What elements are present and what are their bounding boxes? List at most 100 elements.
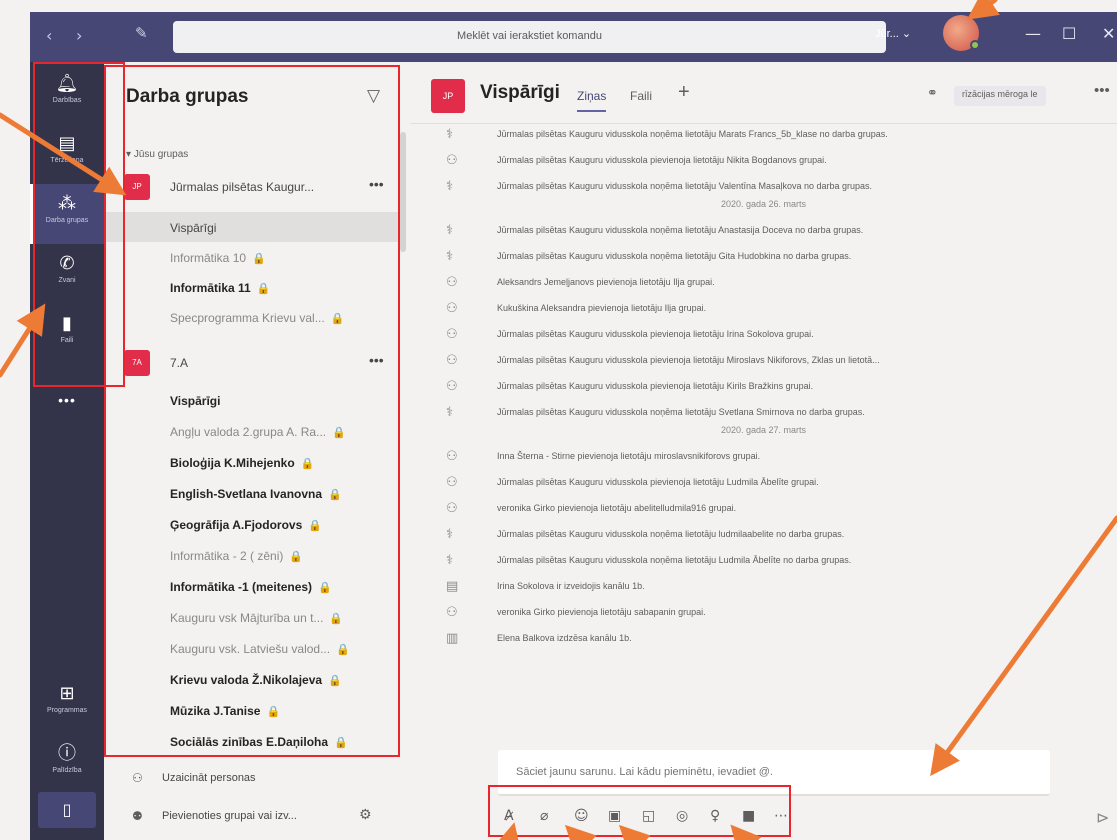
- channel-item[interactable]: Kauguru vsk Mājturība un t... 🔒: [104, 602, 400, 632]
- remove-user-icon: ⚕: [446, 405, 454, 420]
- activity-feed[interactable]: ⚕ Jūrmalas pilsētas Kauguru vidusskola no…: [410, 125, 1117, 745]
- sticker-icon[interactable]: ◱: [642, 808, 655, 824]
- channel-name: Informātika 11 🔒: [170, 281, 271, 295]
- maximize-button[interactable]: ☐: [1062, 24, 1076, 43]
- message-composer[interactable]: [498, 750, 1050, 796]
- panel-scrollbar[interactable]: [400, 132, 406, 252]
- lock-icon: 🔒: [300, 457, 315, 470]
- invite-icon: ⚇: [132, 771, 143, 785]
- channel-name: Ģeogrāfija A.Fjodorovs 🔒: [170, 518, 322, 532]
- phone-icon: ✆: [59, 253, 75, 274]
- team-more-button[interactable]: •••: [369, 176, 384, 192]
- channel-item[interactable]: Informātika 11 🔒: [104, 272, 400, 302]
- activity-event: ⚕ Jūrmalas pilsētas Kauguru vidusskola no…: [410, 525, 1117, 545]
- activity-event-text: Jūrmalas pilsētas Kauguru vidusskola noņ…: [497, 529, 845, 539]
- rail-item-help[interactable]: ⓘ Palīdzība: [30, 734, 104, 794]
- section-label[interactable]: ▾ Jūsu grupas: [126, 149, 188, 160]
- send-icon[interactable]: ⊳: [1096, 808, 1109, 827]
- chat-icon: ▤: [58, 133, 76, 154]
- lock-icon: 🔒: [336, 643, 350, 656]
- minimize-button[interactable]: —: [1025, 24, 1041, 43]
- lock-icon: 🔒: [328, 674, 342, 687]
- emoji-icon[interactable]: ☺: [574, 808, 589, 824]
- org-wide-badge[interactable]: rīzācijas mēroga le: [954, 86, 1046, 106]
- channel-item[interactable]: Bioloģija K.Mihejenko 🔒: [104, 447, 400, 477]
- remove-user-icon: ⚕: [446, 553, 454, 568]
- channel-item[interactable]: Specprogramma Krievu val... 🔒: [104, 302, 400, 332]
- activity-event: ⚇ Kukuškina Aleksandra pievienoja lietotā…: [410, 299, 1117, 319]
- channel-item[interactable]: Vispārīgi: [104, 385, 400, 415]
- meet-icon[interactable]: ◎: [676, 808, 688, 824]
- rail-item-activity[interactable]: 🔔︎ Darbības: [30, 64, 104, 124]
- channel-name: Informātika - 2 ( zēni) 🔒: [170, 549, 304, 563]
- channel-item[interactable]: Sociālās zinības E.Daņiloha 🔒: [104, 726, 400, 756]
- rail-item-apps[interactable]: ⊞ Programmas: [30, 674, 104, 734]
- channel-item[interactable]: Informātika -1 (meitenes) 🔒: [104, 571, 400, 601]
- activity-event: ⚇ Jūrmalas pilsētas Kauguru vidusskola pi…: [410, 325, 1117, 345]
- rail-label: Programmas: [46, 707, 88, 714]
- rail-item-files[interactable]: ▮ Faili: [30, 304, 104, 364]
- rail-label: Palīdzība: [52, 767, 82, 774]
- invite-label: Uzaicināt personas: [162, 772, 256, 784]
- forward-button[interactable]: ›: [76, 26, 82, 45]
- video-icon[interactable]: ■: [742, 808, 755, 824]
- header-more-button[interactable]: •••: [1094, 82, 1110, 99]
- activity-event-text: Jūrmalas pilsētas Kauguru vidusskola noņ…: [497, 225, 864, 235]
- activity-event: ⚇ Jūrmalas pilsētas Kauguru vidusskola pi…: [410, 377, 1117, 397]
- mobile-device-icon[interactable]: ▯: [38, 792, 96, 828]
- gear-icon[interactable]: ⚙: [359, 807, 372, 823]
- activity-event-text: Jūrmalas pilsētas Kauguru vidusskola pie…: [497, 155, 827, 165]
- tab-files[interactable]: Faili: [630, 89, 652, 103]
- format-icon[interactable]: A̷: [504, 808, 514, 824]
- join-team-icon: ⚉: [132, 809, 143, 823]
- channel-item[interactable]: Angļu valoda 2.grupa A. Ra... 🔒: [104, 416, 400, 446]
- channel-icon: ▤: [446, 579, 459, 594]
- channel-item[interactable]: Informātika 10 🔒: [104, 242, 400, 272]
- attach-icon[interactable]: ⌀: [540, 808, 548, 824]
- compose-input[interactable]: [516, 766, 1036, 778]
- add-user-icon: ⚇: [446, 475, 458, 490]
- date-separator: 2020. gada 26. marts: [720, 199, 807, 209]
- filter-icon[interactable]: ▽: [367, 86, 380, 106]
- activity-event-text: Aleksandrs Jemeļjanovs pievienoja lietot…: [497, 277, 715, 287]
- rail-more-button[interactable]: •••: [30, 392, 104, 408]
- join-team-button[interactable]: ⚉ Pievienoties grupai vai izv... ⚙: [104, 802, 410, 832]
- activity-event-text: Irina Sokolova ir izveidojis kanālu 1b.: [497, 581, 645, 591]
- bell-icon: 🔔︎: [55, 73, 79, 94]
- more-icon[interactable]: ⋯: [774, 808, 788, 824]
- channel-name: Specprogramma Krievu val... 🔒: [170, 311, 345, 325]
- channel-item[interactable]: Ģeogrāfija A.Fjodorovs 🔒: [104, 509, 400, 539]
- rail-item-calls[interactable]: ✆ Zvani: [30, 244, 104, 304]
- compose-icon[interactable]: ✎: [135, 24, 155, 44]
- team-more-button[interactable]: •••: [369, 352, 384, 368]
- compose-toolbar: A̷ ⌀ ☺ ▣ ◱ ◎ ♀ ■ ⋯: [498, 804, 918, 834]
- app-rail: 🔔︎ Darbības ▤ Tērzēšana ⁂ Darba grupas ✆…: [30, 62, 104, 840]
- rail-item-chat[interactable]: ▤ Tērzēšana: [30, 124, 104, 184]
- add-tab-button[interactable]: +: [678, 81, 690, 104]
- team-row[interactable]: 7A 7.A •••: [124, 348, 400, 378]
- lock-icon: 🔒: [256, 282, 271, 295]
- team-row[interactable]: JP Jūrmalas pilsētas Kaugur... •••: [124, 172, 400, 202]
- channel-item[interactable]: Vispārīgi: [104, 212, 400, 242]
- rail-label: Faili: [60, 337, 74, 344]
- channel-item[interactable]: Krievu valoda Ž.Nikolajeva 🔒: [104, 664, 400, 694]
- channel-item[interactable]: English-Svetlana Ivanovna 🔒: [104, 478, 400, 508]
- channel-item[interactable]: Mūzika J.Tanise 🔒: [104, 695, 400, 725]
- add-user-icon: ⚇: [446, 605, 458, 620]
- rail-item-teams[interactable]: ⁂ Darba grupas: [30, 184, 104, 244]
- add-user-icon: ⚇: [446, 449, 458, 464]
- add-user-icon: ⚇: [446, 301, 458, 316]
- channel-name: Informātika -1 (meitenes) 🔒: [170, 580, 332, 594]
- praise-icon[interactable]: ♀: [710, 808, 720, 824]
- channel-item[interactable]: Informātika - 2 ( zēni) 🔒: [104, 540, 400, 570]
- invite-people-button[interactable]: ⚇ Uzaicināt personas: [104, 764, 410, 794]
- tenant-switcher[interactable]: Jūr... ⌄: [875, 27, 911, 40]
- search-input[interactable]: Meklēt vai ierakstiet komandu: [173, 21, 886, 53]
- rail-label: Zvani: [58, 277, 76, 284]
- channel-name: Kauguru vsk Mājturība un t... 🔒: [170, 611, 344, 625]
- close-button[interactable]: ✕: [1102, 24, 1115, 43]
- gif-icon[interactable]: ▣: [608, 808, 621, 824]
- back-button[interactable]: ‹: [46, 26, 52, 45]
- tab-posts[interactable]: Ziņas: [577, 89, 607, 112]
- channel-item[interactable]: Kauguru vsk. Latviešu valod... 🔒: [104, 633, 400, 663]
